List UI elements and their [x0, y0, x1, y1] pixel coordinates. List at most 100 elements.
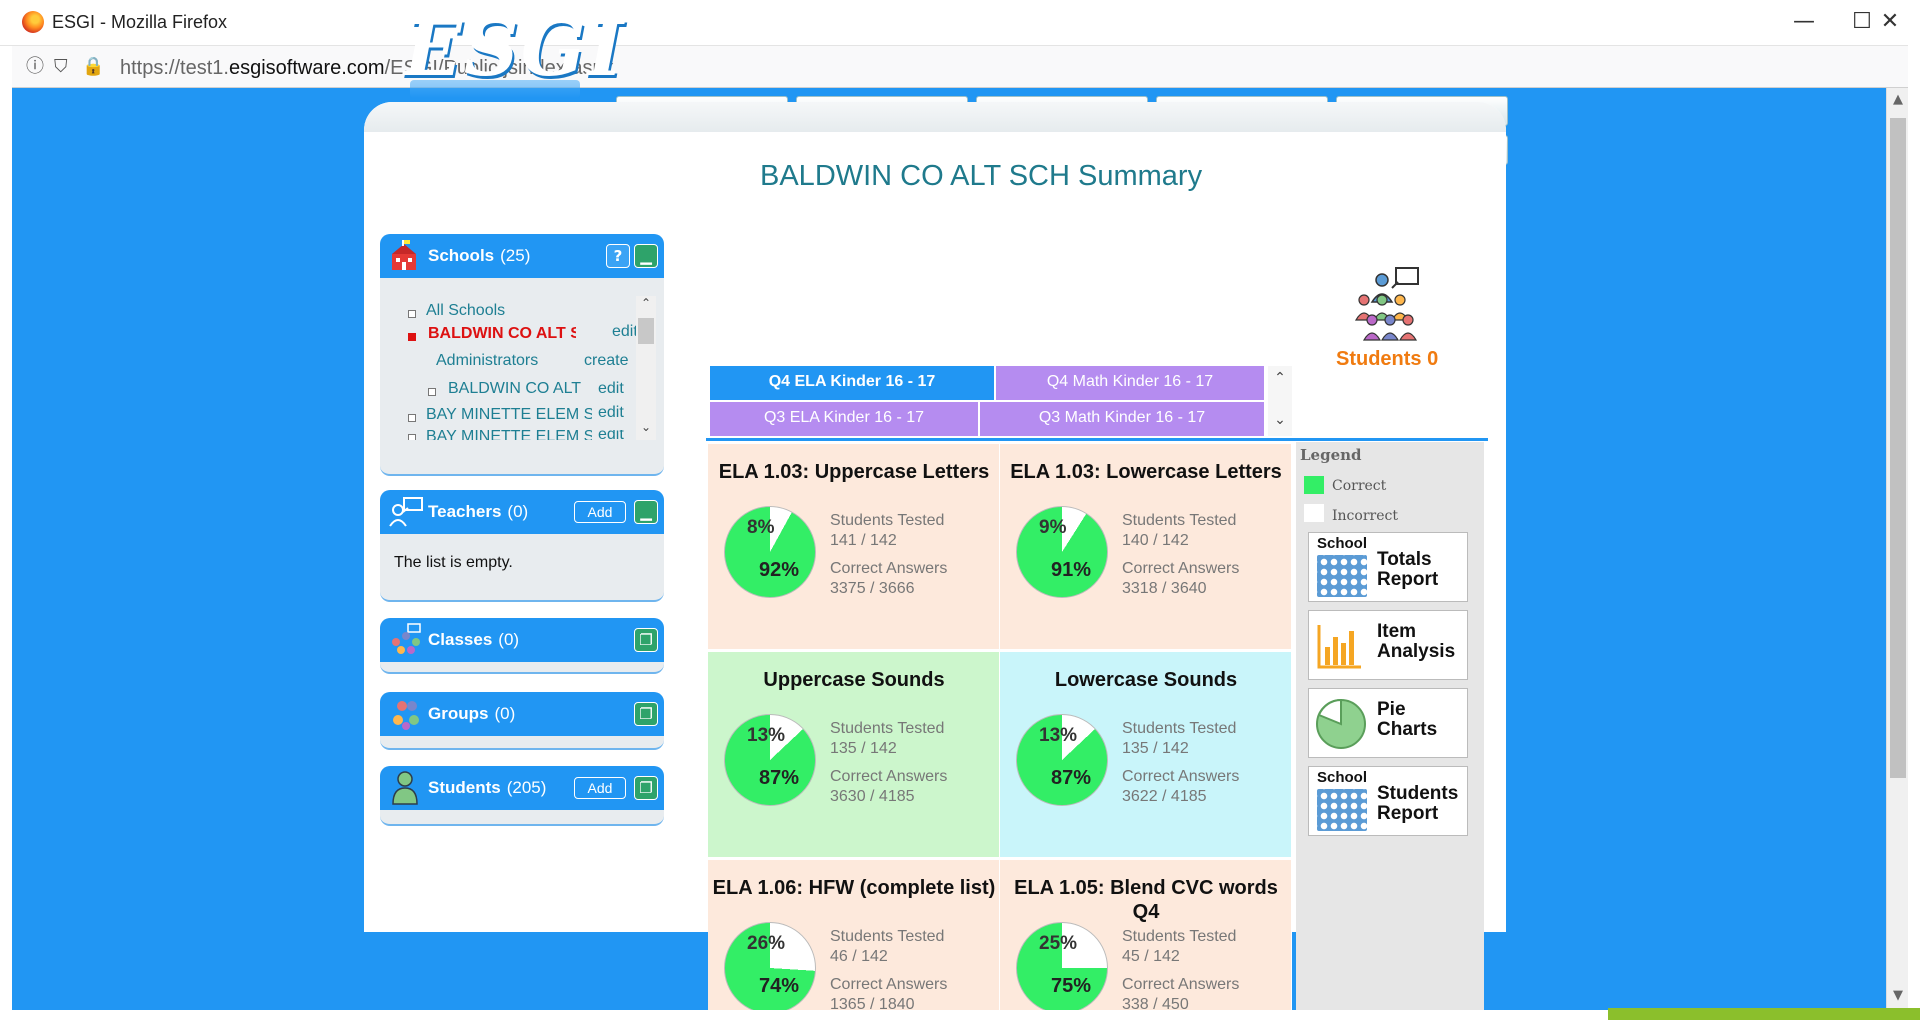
class-icon — [392, 623, 421, 654]
tabs-scrollbar[interactable]: ⌃ ⌄ — [1268, 366, 1292, 436]
pie-chart[interactable]: 26% 74% — [724, 922, 816, 1014]
legend-title: Legend — [1300, 446, 1362, 464]
collapse-icon[interactable]: ▁ — [634, 244, 658, 268]
test-summary-tile[interactable]: Uppercase Sounds 13% 87% Students Tested 135… — [708, 652, 1000, 858]
scroll-down-icon[interactable]: ⌄ — [636, 420, 656, 434]
students-tested-value: 135 / 142 — [830, 740, 897, 757]
students-tested-value: 135 / 142 — [1122, 740, 1189, 757]
report-label-line1: Item — [1377, 621, 1417, 642]
help-icon[interactable]: ? — [606, 244, 630, 268]
report-label-line2: Analysis — [1377, 641, 1456, 662]
schools-scroll-thumb[interactable] — [638, 318, 654, 344]
info-icon[interactable]: ⓘ — [26, 57, 44, 77]
edit-link[interactable]: edit — [598, 404, 624, 422]
collapse-icon[interactable]: ▁ — [634, 500, 658, 524]
school-item[interactable]: BAY MINETTE ELEM SCH — [426, 406, 592, 424]
school-building-icon — [392, 240, 416, 270]
correct-answers-label: Correct Answers — [1122, 560, 1240, 577]
expand-icon[interactable]: ❐ — [634, 776, 658, 800]
tile-title: ELA 1.03: Lowercase Letters — [1010, 461, 1282, 483]
students-tested-label: Students Tested — [830, 512, 945, 529]
student-icon — [392, 771, 418, 805]
test-summary-tile[interactable]: ELA 1.05: Blend CVC words Q4 25% 75% Studen… — [1000, 860, 1292, 1020]
scroll-up-icon[interactable]: ▲ — [1887, 92, 1909, 107]
shield-icon[interactable]: ⛉ — [54, 57, 68, 77]
correct-percent: 74% — [759, 975, 800, 997]
selected-bullet-icon — [408, 333, 416, 341]
schools-panel-header: Schools (25) ? ▁ — [380, 234, 664, 278]
correct-percent: 75% — [1051, 975, 1092, 997]
page-scroll-thumb[interactable] — [1890, 118, 1906, 778]
test-summary-tile[interactable]: ELA 1.03: Lowercase Letters 9% 91% Students… — [1000, 444, 1292, 650]
bullet-icon — [408, 434, 416, 440]
group-icon — [393, 701, 419, 730]
pie-chart[interactable]: 25% 75% — [1016, 922, 1108, 1014]
minimize-icon[interactable]: — — [1784, 6, 1824, 40]
edit-link[interactable]: edit — [612, 323, 638, 341]
incorrect-swatch — [1304, 504, 1324, 522]
students-tested-value: 141 / 142 — [830, 532, 897, 549]
incorrect-percent: 9% — [1039, 517, 1067, 538]
tab-q3-ela[interactable]: Q3 ELA Kinder 16 - 17 — [710, 402, 978, 436]
school-item-all[interactable]: All Schools — [426, 302, 596, 320]
scroll-up-icon[interactable]: ⌃ — [1268, 370, 1292, 386]
correct-answers-label: Correct Answers — [1122, 768, 1240, 785]
expand-icon[interactable]: ❐ — [634, 628, 658, 652]
schools-scrollbar[interactable]: ⌃ ⌄ — [636, 296, 656, 440]
window-edge — [1908, 0, 1920, 1020]
report-button-totals[interactable]: School Totals Report — [1308, 532, 1468, 602]
tile-title: ELA 1.03: Uppercase Letters — [718, 461, 990, 483]
bullet-icon — [408, 310, 416, 318]
pie-chart[interactable]: 8% 92% — [724, 506, 816, 598]
legend-panel: Legend Correct Incorrect School Totals Rep… — [1296, 442, 1484, 1012]
window-titlebar: ESGI - Mozilla Firefox — ☐ ✕ — [0, 0, 1920, 46]
correct-answers-label: Correct Answers — [1122, 976, 1240, 993]
page-scrollbar[interactable]: ▲ ▼ — [1886, 88, 1908, 1010]
report-button-students[interactable]: School Students Report — [1308, 766, 1468, 836]
scroll-down-icon[interactable]: ▼ — [1887, 988, 1909, 1003]
report-prefix: School — [1317, 769, 1368, 786]
students-panel: Students (205) Add ❐ — [380, 766, 664, 826]
test-summary-tile[interactable]: Lowercase Sounds 13% 87% Students Tested 135… — [1000, 652, 1292, 858]
pie-chart[interactable]: 9% 91% — [1016, 506, 1108, 598]
report-label-line2: Charts — [1377, 719, 1438, 740]
students-tested-label: Students Tested — [830, 720, 945, 737]
add-teacher-button[interactable]: Add — [574, 501, 626, 523]
incorrect-label: Incorrect — [1332, 508, 1398, 524]
tab-q4-ela[interactable]: Q4 ELA Kinder 16 - 17 — [710, 366, 994, 400]
school-item-selected[interactable]: BALDWIN CO ALT SCH — [428, 325, 576, 343]
add-student-button[interactable]: Add — [574, 777, 626, 799]
tab-q4-math[interactable]: Q4 Math Kinder 16 - 17 — [996, 366, 1264, 400]
scroll-up-icon[interactable]: ⌃ — [636, 296, 656, 310]
test-summary-tile[interactable]: ELA 1.03: Uppercase Letters 8% 92% Students… — [708, 444, 1000, 650]
correct-percent: 87% — [1051, 767, 1092, 789]
edit-link[interactable]: edit — [598, 380, 624, 398]
tab-q3-math[interactable]: Q3 Math Kinder 16 - 17 — [980, 402, 1264, 436]
groups-panel: Groups (0) ❐ — [380, 692, 664, 750]
report-button-pie[interactable]: Pie Charts — [1308, 688, 1468, 758]
teachers-panel-header: Teachers (0) Add ▁ — [380, 490, 664, 534]
close-icon[interactable]: ✕ — [1870, 6, 1910, 40]
create-link[interactable]: create — [584, 352, 628, 370]
correct-answers-value: 3630 / 4185 — [830, 788, 915, 805]
classes-panel-header: Classes (0) ❐ — [380, 618, 664, 662]
lock-icon[interactable]: 🔒 — [82, 57, 104, 77]
students-panel-header: Students (205) Add ❐ — [380, 766, 664, 810]
report-button-item[interactable]: Item Analysis — [1308, 610, 1468, 680]
school-sub-item[interactable]: BALDWIN CO ALT — [448, 380, 584, 398]
expand-icon[interactable]: ❐ — [634, 702, 658, 726]
bar-chart-icon — [1317, 625, 1361, 669]
groups-title: Groups (0) — [428, 704, 516, 723]
administrators-item[interactable]: Administrators — [436, 352, 586, 370]
address-bar[interactable]: ⓘ ⛉ 🔒 https://test1.esgisoftware.com/ESG… — [12, 46, 1908, 88]
school-item[interactable]: BAY MINETTE ELEM SCH — [426, 430, 592, 440]
students-tested-value: 140 / 142 — [1122, 532, 1189, 549]
window-title: ESGI - Mozilla Firefox — [52, 12, 228, 32]
scroll-down-icon[interactable]: ⌄ — [1268, 412, 1292, 428]
correct-swatch — [1304, 476, 1324, 494]
edit-link[interactable]: edit — [598, 430, 624, 440]
test-summary-tile[interactable]: ELA 1.06: HFW (complete list) 26% 74% Stude… — [708, 860, 1000, 1020]
pie-chart[interactable]: 13% 87% — [724, 714, 816, 806]
pie-chart[interactable]: 13% 87% — [1016, 714, 1108, 806]
correct-answers-value: 3375 / 3666 — [830, 580, 915, 597]
